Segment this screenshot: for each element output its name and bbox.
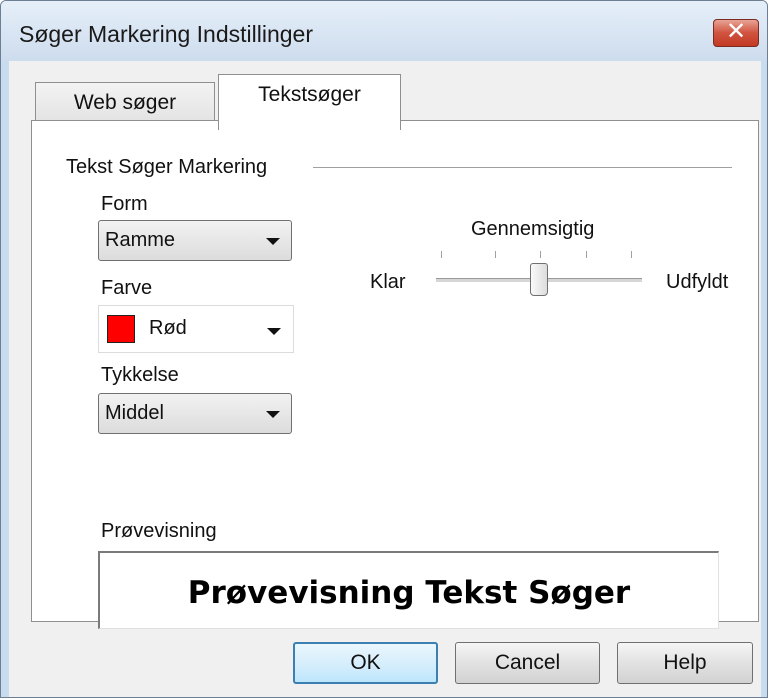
slider-tick	[540, 251, 541, 258]
form-dropdown-value: Ramme	[105, 229, 176, 251]
preview-label: Prøvevisning	[101, 520, 217, 542]
title-bar: Søger Markering Indstillinger ✕	[1, 1, 767, 61]
group-title: Tekst Søger Markering	[66, 156, 268, 178]
dialog-body: Web søger Tekstsøger Tekst Søger Markeri…	[9, 61, 761, 697]
chevron-down-icon	[266, 238, 280, 245]
form-dropdown[interactable]: Ramme	[98, 220, 292, 261]
group-divider	[313, 167, 732, 168]
thickness-dropdown-value: Middel	[105, 402, 164, 424]
slider-thumb[interactable]	[530, 263, 548, 296]
transparency-min-label: Klar	[370, 271, 406, 293]
close-button[interactable]: ✕	[713, 17, 759, 47]
tab-tekstsoger[interactable]: Tekstsøger	[218, 74, 401, 130]
chevron-down-icon	[266, 411, 280, 418]
tab-web-soger[interactable]: Web søger	[35, 82, 215, 122]
cancel-button[interactable]: Cancel	[455, 642, 600, 684]
tab-panel: Tekst Søger Markering Form Ramme Farve R…	[31, 120, 759, 629]
help-button[interactable]: Help	[617, 642, 753, 684]
slider-tick	[441, 251, 442, 258]
color-swatch	[107, 315, 135, 343]
color-dropdown[interactable]: Rød	[98, 305, 294, 353]
preview-text: Prøvevisning Tekst Søger	[187, 575, 631, 611]
slider-tick	[495, 251, 496, 258]
color-dropdown-value: Rød	[149, 317, 187, 339]
dialog-window: Søger Markering Indstillinger ✕ Web søge…	[0, 0, 768, 698]
thickness-dropdown[interactable]: Middel	[98, 393, 292, 434]
slider-tick	[586, 251, 587, 258]
window-title: Søger Markering Indstillinger	[19, 21, 314, 47]
thickness-label: Tykkelse	[101, 364, 179, 386]
chevron-down-icon	[267, 328, 281, 335]
color-label: Farve	[101, 277, 153, 299]
transparency-label: Gennemsigtig	[471, 218, 595, 240]
preview-box: Prøvevisning Tekst Søger	[98, 551, 719, 629]
ok-button[interactable]: OK	[293, 642, 438, 684]
slider-tick	[631, 251, 632, 258]
form-label: Form	[101, 193, 148, 215]
close-icon: ✕	[725, 17, 747, 45]
transparency-max-label: Udfyldt	[666, 271, 729, 293]
